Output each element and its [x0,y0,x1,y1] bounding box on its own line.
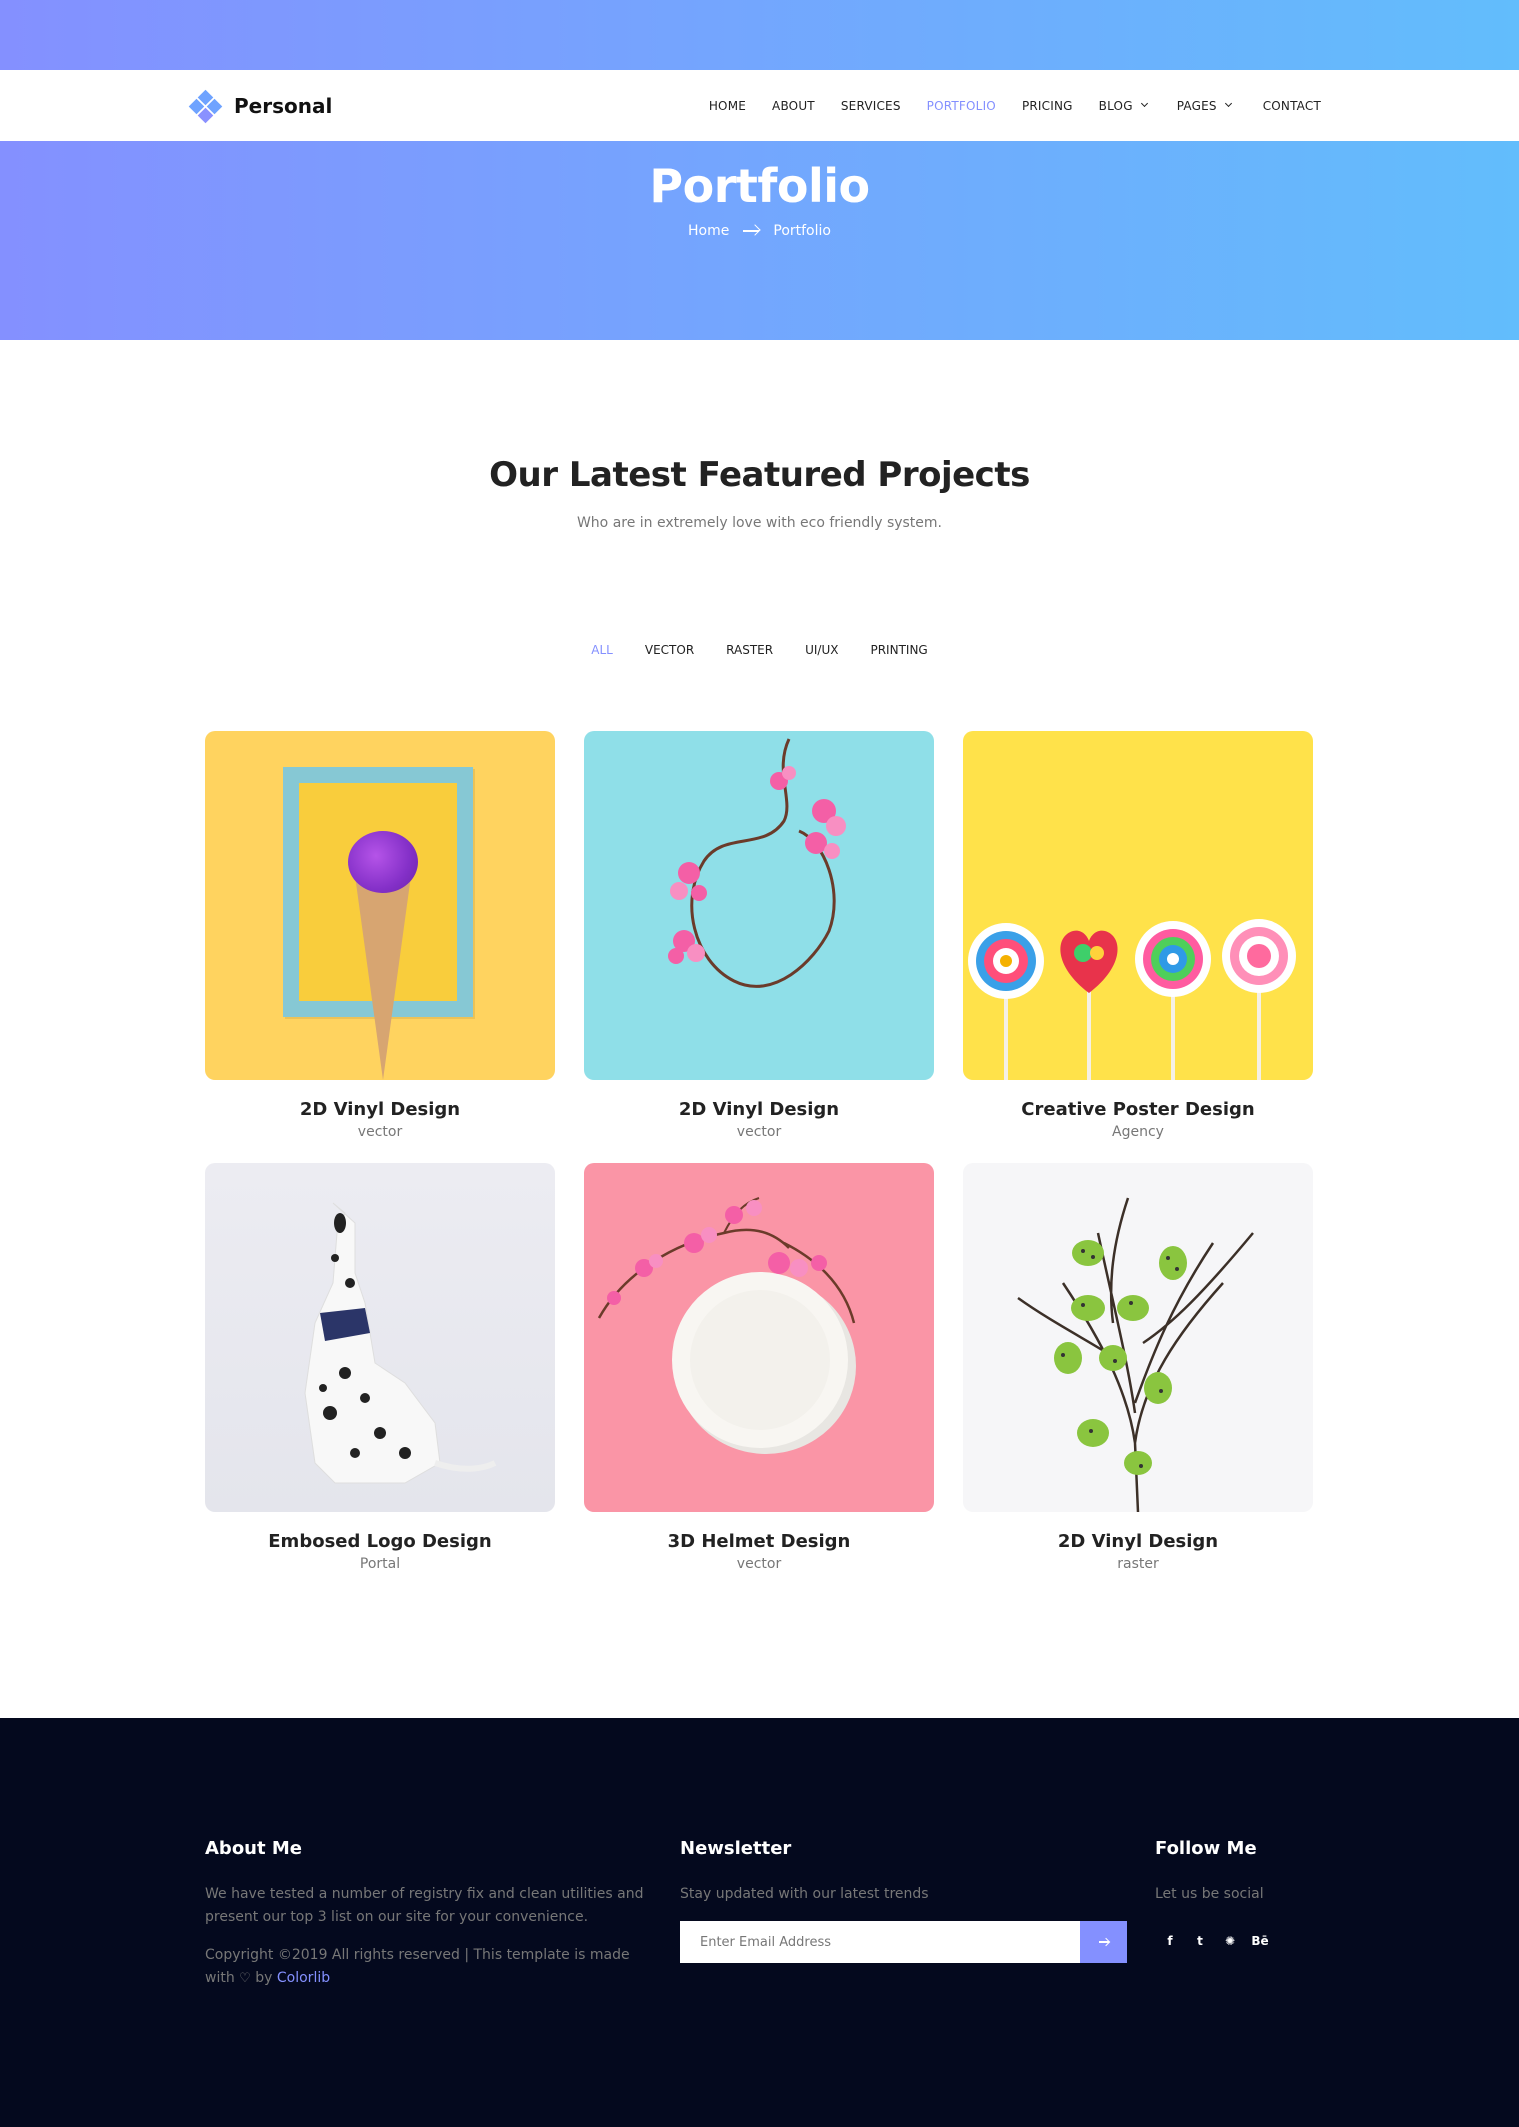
portfolio-card[interactable]: Creative Poster Design Agency [963,731,1313,1140]
nav-portfolio[interactable]: PORTFOLIO [927,99,996,113]
top-gradient-bar [0,0,1519,70]
footer-newsletter: Newsletter Stay updated with our latest … [680,1838,1140,1963]
section-title: Our Latest Featured Projects [489,455,1030,495]
project-title[interactable]: 3D Helmet Design [584,1531,934,1552]
chevron-down-icon [1140,99,1148,108]
arrow-right-icon [743,230,760,232]
social-links: f t ✺ Bē [1155,1926,1355,1956]
portfolio-card[interactable]: 3D Helmet Design vector [584,1163,934,1572]
filter-printing[interactable]: PRINTING [870,643,927,657]
portfolio-card[interactable]: 2D Vinyl Design raster [963,1163,1313,1572]
nav-contact[interactable]: CONTACT [1263,99,1321,113]
breadcrumb: Home Portfolio [0,223,1519,239]
filter-uiux[interactable]: UI/UX [805,643,838,657]
project-category: vector [736,1124,782,1140]
project-title[interactable]: 2D Vinyl Design [205,1099,555,1120]
project-title[interactable]: 2D Vinyl Design [584,1099,934,1120]
logo[interactable]: Personal [188,89,333,124]
footer-about-text: We have tested a number of registry fix … [205,1886,644,1925]
copyright-by: by [255,1970,273,1986]
portfolio-card[interactable]: Embosed Logo Design Portal [205,1163,555,1572]
newsletter-form [680,1921,1140,1963]
footer: About Me We have tested a number of regi… [0,1718,1519,2127]
footer-newsletter-title: Newsletter [680,1838,792,1859]
footer-follow-title: Follow Me [1155,1838,1257,1859]
filter-all[interactable]: ALL [591,643,613,657]
chevron-down-icon [1224,99,1232,108]
nav-pages[interactable]: PAGES [1176,98,1232,113]
footer-follow-text: Let us be social [1155,1886,1264,1902]
project-image-lollipops[interactable] [963,731,1313,1080]
dribbble-icon[interactable]: ✺ [1215,1926,1245,1956]
twitter-icon[interactable]: t [1185,1926,1215,1956]
section-subtitle: Who are in extremely love with eco frien… [576,515,943,531]
page-title: Portfolio [649,159,870,213]
main-menu: HOME ABOUT SERVICES PORTFOLIO PRICING BL… [683,70,1321,141]
nav-blog-label: BLOG [1098,98,1133,113]
facebook-icon[interactable]: f [1155,1926,1185,1956]
filter-vector[interactable]: VECTOR [645,643,694,657]
brand-name: Personal [234,94,333,118]
portfolio-card[interactable]: 2D Vinyl Design vector [584,731,934,1140]
heart-icon: ♡ [239,1971,251,1986]
behance-icon[interactable]: Bē [1245,1926,1275,1956]
portfolio-filters: ALL VECTOR RASTER UI/UX PRINTING [0,643,1519,657]
filter-raster[interactable]: RASTER [726,643,773,657]
footer-copyright: Copyright ©2019 All rights reserved | Th… [205,1944,645,1990]
footer-about-title: About Me [205,1838,302,1859]
project-title[interactable]: Creative Poster Design [963,1099,1313,1120]
footer-follow: Follow Me Let us be social f t ✺ Bē [1155,1838,1355,1956]
subscribe-button[interactable] [1080,1921,1127,1963]
project-image-icecream[interactable] [205,731,555,1080]
footer-about: About Me We have tested a number of regi… [205,1838,645,1990]
header-nav: Personal HOME ABOUT SERVICES PORTFOLIO P… [0,70,1519,141]
nav-blog[interactable]: BLOG [1098,98,1148,113]
nav-pricing[interactable]: PRICING [1022,99,1073,113]
portfolio-card[interactable]: 2D Vinyl Design vector [205,731,555,1140]
email-input[interactable] [680,1921,1080,1963]
arrow-right-icon [1098,1941,1109,1943]
project-category: vector [736,1556,782,1572]
project-category: vector [357,1124,403,1140]
colorlib-link[interactable]: Colorlib [277,1970,330,1986]
nav-about[interactable]: ABOUT [772,99,815,113]
nav-services[interactable]: SERVICES [841,99,901,113]
project-category: raster [1117,1556,1159,1572]
breadcrumb-current[interactable]: Portfolio [773,223,831,239]
logo-icon [188,89,223,124]
project-category: Portal [359,1556,401,1572]
nav-pages-label: PAGES [1176,98,1217,113]
project-image-eggs-branch[interactable] [963,1163,1313,1512]
nav-home[interactable]: HOME [709,99,746,113]
project-image-plate[interactable] [584,1163,934,1512]
project-title[interactable]: Embosed Logo Design [205,1531,555,1552]
project-image-flower-wreath[interactable] [584,731,934,1080]
project-category: Agency [1112,1124,1164,1140]
footer-newsletter-text: Stay updated with our latest trends [680,1886,929,1902]
project-title[interactable]: 2D Vinyl Design [963,1531,1313,1552]
project-image-dalmatian[interactable] [205,1163,555,1512]
breadcrumb-home[interactable]: Home [688,223,729,239]
page-banner: Portfolio Home Portfolio [0,141,1519,340]
